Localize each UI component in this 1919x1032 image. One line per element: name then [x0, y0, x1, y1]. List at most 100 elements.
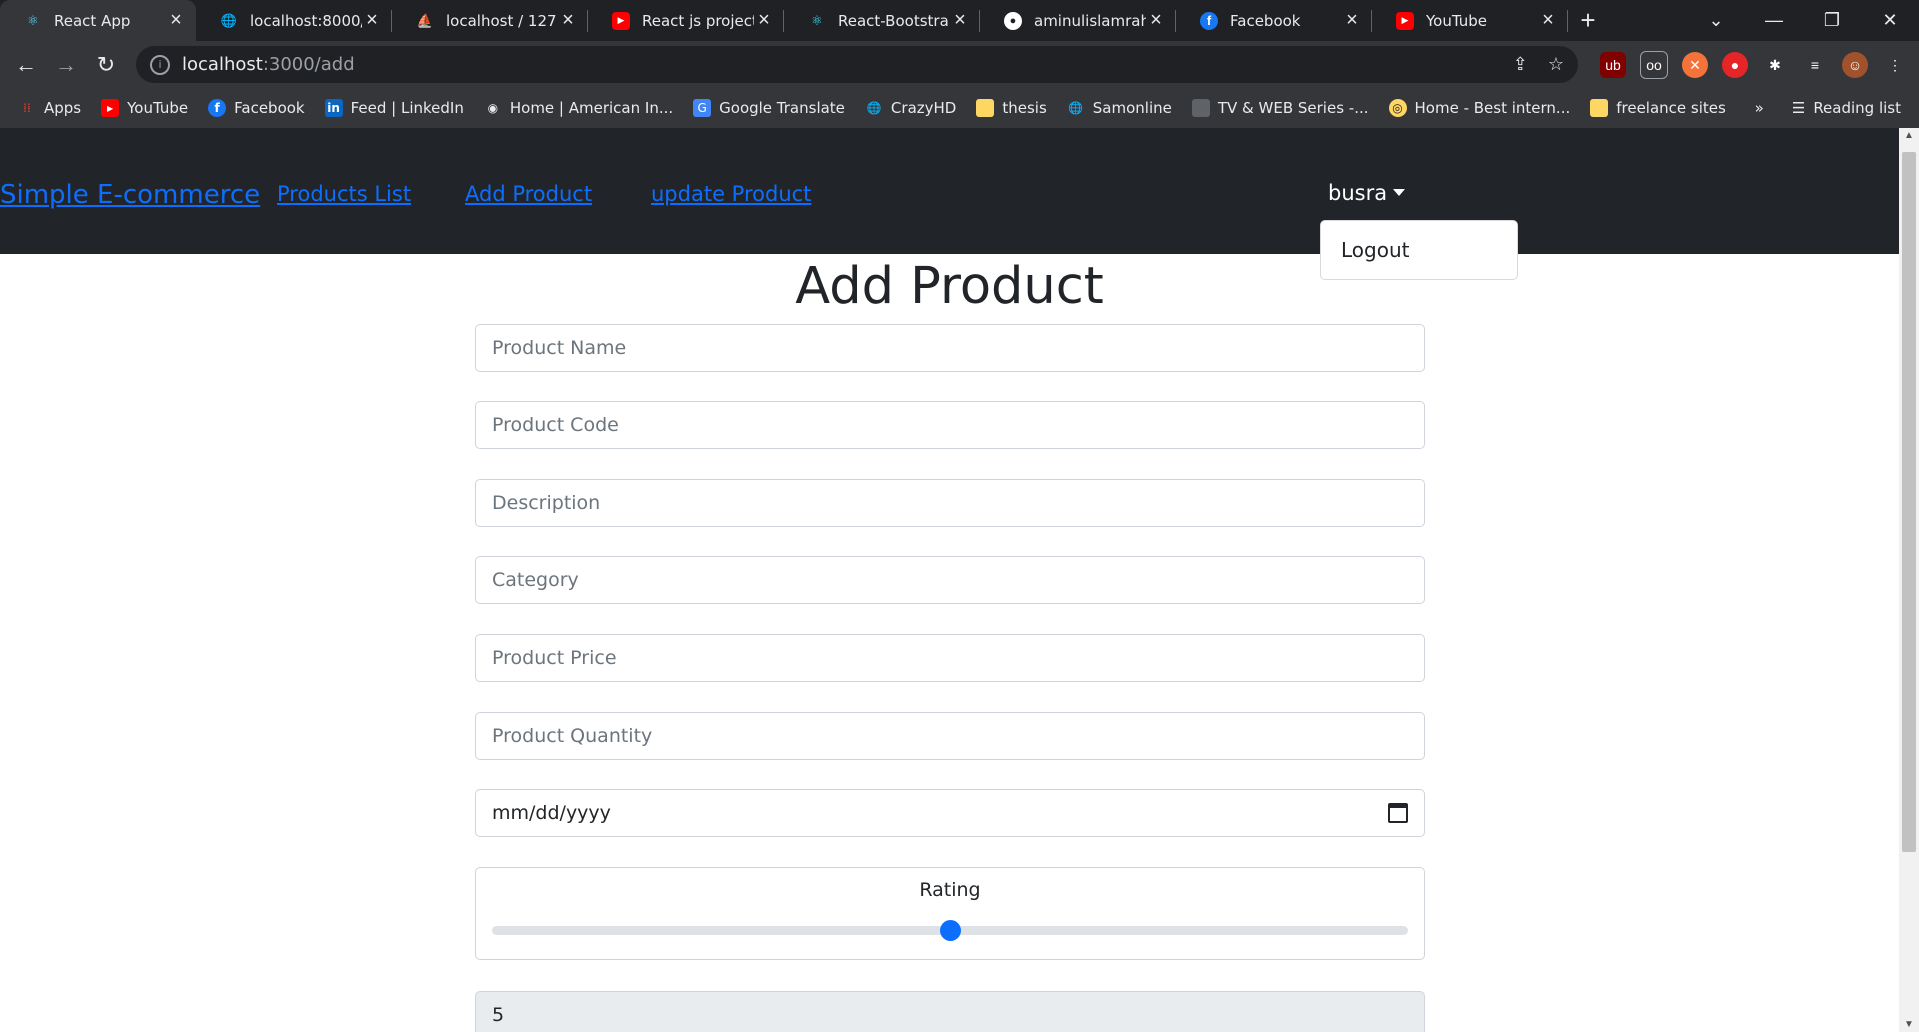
tab-phpmyadmin[interactable]: ⛵ localhost / 127.0. × [392, 0, 588, 41]
profile-avatar[interactable]: ☺ [1842, 52, 1868, 78]
glasses-extension-icon[interactable]: oo [1640, 51, 1668, 79]
rating-label: Rating [919, 879, 981, 901]
tab-react-bootstrap[interactable]: ⚛ React-Bootstrap · × [784, 0, 980, 41]
minimize-icon[interactable]: — [1745, 10, 1803, 31]
orange-extension-icon[interactable]: ✕ [1682, 52, 1708, 78]
nav-add-product[interactable]: Add Product [465, 182, 592, 206]
bookmark-samonline[interactable]: 🌐 Samonline [1057, 99, 1182, 117]
tab-youtube[interactable]: ▶ YouTube × [1372, 0, 1568, 41]
product-quantity-input[interactable] [475, 712, 1425, 760]
product-code-input[interactable] [475, 401, 1425, 449]
tab-search-icon[interactable]: ⌄ [1687, 10, 1745, 31]
bookmark-linkedin[interactable]: in Feed | LinkedIn [315, 99, 474, 117]
phpmyadmin-icon: ⛵ [416, 12, 434, 28]
globe-icon: 🌐 [866, 101, 882, 115]
bookmark-label: Facebook [234, 99, 305, 117]
new-tab-button[interactable]: + [1568, 0, 1608, 41]
bookmark-facebook[interactable]: f Facebook [198, 99, 314, 117]
close-icon[interactable]: × [1146, 9, 1166, 32]
scroll-down-icon[interactable]: ▼ [1899, 1019, 1919, 1030]
tab-localhost-8000[interactable]: 🌐 localhost:8000/pr × [196, 0, 392, 41]
description-input[interactable] [475, 479, 1425, 527]
window-close-icon[interactable]: ✕ [1861, 10, 1919, 31]
menu-kebab-icon[interactable]: ⋮ [1882, 52, 1908, 78]
page-title: Add Product [795, 257, 1104, 316]
close-icon[interactable]: × [362, 9, 382, 32]
user-dropdown-toggle[interactable]: busra [1328, 181, 1406, 205]
page-scrollbar[interactable]: ▲ ▼ [1899, 128, 1919, 1032]
github-icon: ● [1004, 11, 1022, 30]
folder-icon [1590, 99, 1609, 117]
bookmark-tv-web-series[interactable]: TV & WEB Series -... [1182, 99, 1379, 117]
tab-facebook[interactable]: f Facebook × [1176, 0, 1372, 41]
logout-item[interactable]: Logout [1341, 238, 1409, 262]
category-input[interactable] [475, 556, 1425, 604]
tab-title: localhost:8000/pr [250, 11, 362, 30]
product-name-input[interactable] [475, 324, 1425, 372]
close-icon[interactable]: × [754, 9, 774, 32]
bookmark-google-translate[interactable]: G Google Translate [683, 99, 855, 117]
caret-down-icon [1393, 189, 1406, 196]
red-record-extension-icon[interactable]: ● [1722, 52, 1748, 78]
back-icon[interactable]: ← [6, 52, 46, 78]
bookmark-star-icon[interactable]: ☆ [1548, 54, 1564, 75]
restore-icon[interactable]: ❐ [1803, 10, 1861, 31]
bookmark-crazyhd[interactable]: 🌐 CrazyHD [855, 99, 966, 117]
bookmark-youtube[interactable]: ▶ YouTube [91, 99, 198, 117]
tab-title: React-Bootstrap · [838, 11, 950, 30]
url-host: localhost [182, 54, 263, 75]
close-icon[interactable]: × [950, 9, 970, 32]
browser-tab-strip: ⚛ React App × 🌐 localhost:8000/pr × ⛵ lo… [0, 0, 1919, 41]
close-icon[interactable]: × [1342, 9, 1362, 32]
tab-react-js-project[interactable]: ▶ React js project # × [588, 0, 784, 41]
tab-react-app[interactable]: ⚛ React App × [0, 0, 196, 41]
close-icon[interactable]: × [1538, 9, 1558, 32]
reading-list-icon: ☰ [1791, 99, 1806, 117]
extensions-area: ub oo ✕ ● ✱ ≡ ☺ ⋮ [1600, 51, 1908, 79]
date-placeholder: mm/dd/yyyy [492, 802, 611, 824]
bookmarks-bar: ⁞⁞ Apps ▶ YouTube f Facebook in Feed | Linke… [0, 88, 1919, 128]
extensions-puzzle-icon[interactable]: ✱ [1762, 52, 1788, 78]
rating-slider[interactable] [492, 920, 1408, 941]
url-path: :3000/add [262, 54, 355, 75]
tab-title: Facebook [1230, 11, 1301, 30]
globe-icon: 🌐 [220, 12, 238, 28]
scroll-up-icon[interactable]: ▲ [1899, 130, 1919, 141]
rating-slider-thumb[interactable] [940, 920, 961, 941]
reading-list-area: » ☰ Reading list [1755, 99, 1901, 117]
bookmark-american-in[interactable]: ◉ Home | American In... [474, 99, 683, 117]
bookmark-apps[interactable]: ⁞⁞ Apps [0, 99, 91, 117]
rating-group: Rating [475, 867, 1425, 960]
bookmark-thesis[interactable]: thesis [966, 99, 1056, 117]
media-control-icon[interactable]: ≡ [1802, 52, 1828, 78]
nav-update-product[interactable]: update Product [651, 182, 811, 206]
bookmark-best-intern[interactable]: ◎ Home - Best intern... [1379, 99, 1581, 117]
date-input[interactable]: mm/dd/yyyy [475, 789, 1425, 837]
tab-github[interactable]: ● aminulislamrahat × [980, 0, 1176, 41]
calendar-icon[interactable] [1388, 803, 1408, 823]
share-icon[interactable]: ⇪ [1513, 54, 1528, 75]
globe-icon: 🌐 [1068, 101, 1084, 115]
bookmark-label: Feed | LinkedIn [350, 99, 464, 117]
site-info-icon[interactable]: i [150, 54, 170, 75]
reload-icon[interactable]: ↻ [86, 52, 126, 78]
close-icon[interactable]: × [558, 9, 578, 32]
linkedin-icon: in [324, 99, 343, 117]
ublock-icon[interactable]: ub [1600, 52, 1626, 78]
tab-title: React App [54, 11, 131, 30]
scrollbar-thumb[interactable] [1902, 152, 1916, 852]
address-bar[interactable]: i localhost:3000/add ⇪ ☆ [136, 46, 1578, 83]
facebook-icon: f [1200, 11, 1218, 30]
app-navbar: Simple E-commerce Products List Add Prod… [0, 128, 1899, 254]
bookmark-label: freelance sites [1616, 99, 1726, 117]
bookmark-label: TV & WEB Series -... [1217, 99, 1369, 117]
forward-icon[interactable]: → [46, 52, 86, 78]
facebook-icon: f [208, 99, 227, 117]
close-icon[interactable]: × [166, 9, 186, 32]
reading-list-button[interactable]: Reading list [1813, 99, 1901, 117]
nav-products-list[interactable]: Products List [277, 182, 411, 206]
brand-link[interactable]: Simple E-commerce [0, 180, 260, 210]
product-price-input[interactable] [475, 634, 1425, 682]
bookmark-freelance-sites[interactable]: freelance sites [1580, 99, 1736, 117]
more-bookmarks-button[interactable]: » [1755, 99, 1764, 117]
